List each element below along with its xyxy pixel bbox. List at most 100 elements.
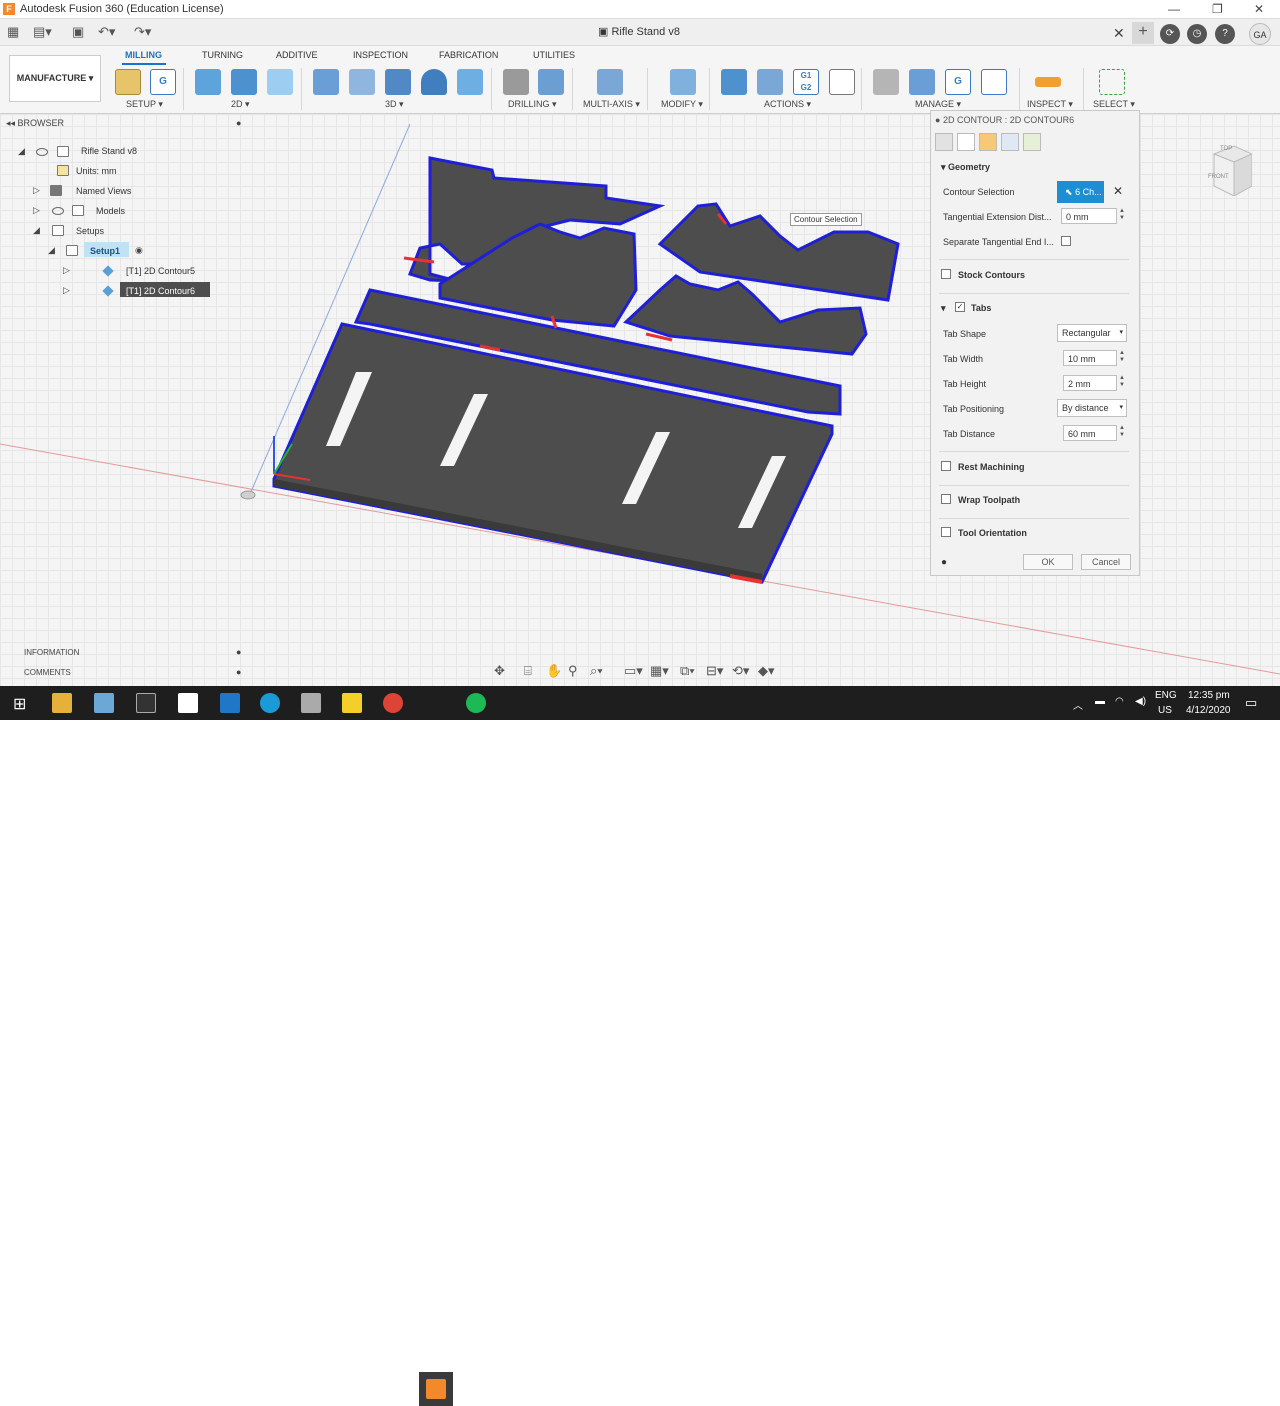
minimize-icon[interactable]: — [1168, 2, 1180, 16]
stepper-icon[interactable]: ▲ ▼ [1117, 375, 1127, 391]
tab-turning[interactable]: TURNING [202, 50, 243, 60]
simulate-icon[interactable] [721, 69, 747, 95]
stock-contours-section[interactable]: Stock Contours [958, 270, 1025, 280]
tab-additive[interactable]: ADDITIVE [276, 50, 318, 60]
group-actions[interactable]: ACTIONS ▾ [764, 99, 811, 110]
stepper-icon[interactable]: ▲ ▼ [1117, 350, 1127, 366]
expand-triangle-icon[interactable]: ▷ [33, 205, 40, 216]
scallop-icon[interactable] [421, 69, 447, 95]
contour-selection-button[interactable]: ⬉ 6 Ch... [1057, 181, 1104, 203]
new-tab-icon[interactable]: + [1132, 22, 1154, 44]
post-process-icon[interactable] [757, 69, 783, 95]
view-cube[interactable]: TOP FRONT [1206, 138, 1254, 197]
sticky-notes-icon[interactable] [342, 693, 362, 713]
adaptive-clearing-icon[interactable] [313, 69, 339, 95]
template-library-icon[interactable] [981, 69, 1007, 95]
tabs-collapse-icon[interactable]: ▾ [941, 303, 946, 314]
2d-pocket-icon[interactable] [231, 69, 257, 95]
geometry-section[interactable]: ▾ Geometry [941, 162, 990, 173]
zoom-icon[interactable]: ⚲ [568, 663, 578, 679]
comments-label[interactable]: COMMENTS [24, 668, 71, 677]
comments-toggle-icon[interactable]: ● [236, 667, 241, 677]
clock-time[interactable]: 12:35 pm [1188, 690, 1230, 701]
document-tab[interactable]: ▣ Rifle Stand v8 [598, 25, 680, 38]
information-label[interactable]: INFORMATION [24, 648, 79, 657]
information-toggle-icon[interactable]: ● [236, 647, 241, 657]
fit-icon[interactable]: ⌕▾ [590, 663, 603, 679]
collapse-triangle-icon[interactable]: ◢ [33, 225, 40, 236]
rest-machining-section[interactable]: Rest Machining [958, 462, 1025, 472]
clear-selection-icon[interactable]: ✕ [1113, 184, 1123, 198]
refresh-icon[interactable]: ⟲▾ [732, 663, 749, 679]
geometry-tab-icon[interactable] [957, 133, 975, 151]
stepper-icon[interactable]: ▲ ▼ [1117, 425, 1127, 441]
tree-setups[interactable]: Setups [76, 226, 104, 236]
bore-icon[interactable] [538, 69, 564, 95]
pocket-clearing-icon[interactable] [349, 69, 375, 95]
machine-library-icon[interactable] [909, 69, 935, 95]
wifi-icon[interactable]: ◠ [1115, 696, 1124, 707]
undo-icon[interactable]: ↶▾ [98, 24, 115, 40]
collapse-triangle-icon[interactable]: ◢ [48, 245, 55, 256]
tabs-checkbox[interactable]: ✓ [955, 302, 965, 312]
active-setup-icon[interactable]: ◉ [135, 245, 143, 256]
viewcube-top-label[interactable]: TOP [1220, 146, 1232, 152]
contour-3d-icon[interactable] [457, 69, 483, 95]
clock-date[interactable]: 4/12/2020 [1186, 705, 1231, 716]
expand-triangle-icon[interactable]: ▷ [63, 285, 70, 296]
skype-icon[interactable] [260, 693, 280, 713]
grid-settings-icon[interactable]: ▦▾ [650, 663, 669, 679]
spotify-icon[interactable] [466, 693, 486, 713]
drill-icon[interactable] [503, 69, 529, 95]
remote-desktop-icon[interactable] [220, 693, 240, 713]
linking-tab-icon[interactable] [1023, 133, 1041, 151]
parallel-icon[interactable] [385, 69, 411, 95]
group-drilling[interactable]: DRILLING ▾ [508, 99, 557, 110]
effects-icon[interactable]: ◆▾ [758, 663, 775, 679]
viewcube-front-label[interactable]: FRONT [1208, 174, 1229, 180]
eye-icon[interactable] [52, 207, 64, 215]
group-2d[interactable]: 2D ▾ [231, 99, 250, 110]
passes-tab-icon[interactable] [1001, 133, 1019, 151]
info-icon[interactable]: ● [941, 557, 947, 568]
tab-fabrication[interactable]: FABRICATION [439, 50, 498, 60]
group-manage[interactable]: MANAGE ▾ [915, 99, 961, 110]
browser-collapse-icon[interactable]: ● [236, 118, 241, 128]
redo-icon[interactable]: ↷▾ [134, 24, 151, 40]
tray-overflow-icon[interactable]: ︿ [1073, 697, 1083, 712]
close-window-icon[interactable]: ✕ [1254, 2, 1264, 16]
tab-positioning-select[interactable]: By distance ▾ [1057, 399, 1127, 417]
display-settings-icon[interactable]: ▭▾ [624, 663, 643, 679]
tree-named-views[interactable]: Named Views [76, 186, 131, 196]
group-multi-axis[interactable]: MULTI-AXIS ▾ [583, 99, 640, 110]
app-icon[interactable] [94, 693, 114, 713]
rest-machining-checkbox[interactable] [941, 461, 951, 471]
expand-triangle-icon[interactable]: ▷ [63, 265, 70, 276]
2d-adaptive-icon[interactable] [195, 69, 221, 95]
battery-icon[interactable]: ▬ [1095, 696, 1105, 707]
tab-width-field[interactable]: 10 mm [1063, 350, 1117, 366]
tab-height-field[interactable]: 2 mm [1063, 375, 1117, 391]
group-inspect[interactable]: INSPECT ▾ [1027, 99, 1073, 110]
notifications-icon[interactable]: ▭ [1245, 695, 1257, 711]
tool-orientation-checkbox[interactable] [941, 527, 951, 537]
new-setup-icon[interactable] [115, 69, 141, 95]
tree-units[interactable]: Units: mm [76, 166, 117, 176]
windows-start-icon[interactable]: ⊞ [13, 694, 26, 714]
multi-axis-icon[interactable] [597, 69, 623, 95]
maximize-icon[interactable]: ❐ [1212, 2, 1223, 16]
snipping-icon[interactable] [178, 693, 198, 713]
chrome-icon[interactable] [383, 693, 403, 713]
avatar[interactable]: GA [1249, 23, 1271, 45]
stepper-icon[interactable]: ▲ ▼ [1117, 208, 1127, 224]
tree-op-contour6[interactable]: [T1] 2D Contour6 [126, 286, 195, 296]
tree-op-contour5[interactable]: [T1] 2D Contour5 [126, 266, 195, 276]
section-icon[interactable]: ⊟▾ [706, 663, 723, 679]
collapse-triangle-icon[interactable]: ◢ [18, 146, 25, 157]
cancel-button[interactable]: Cancel [1081, 554, 1131, 570]
group-modify[interactable]: MODIFY ▾ [661, 99, 703, 110]
measure-icon[interactable] [1035, 77, 1061, 87]
tangential-extension-field[interactable]: 0 mm [1061, 208, 1117, 224]
select-icon[interactable] [1099, 69, 1125, 95]
separate-tangential-checkbox[interactable] [1061, 236, 1071, 246]
